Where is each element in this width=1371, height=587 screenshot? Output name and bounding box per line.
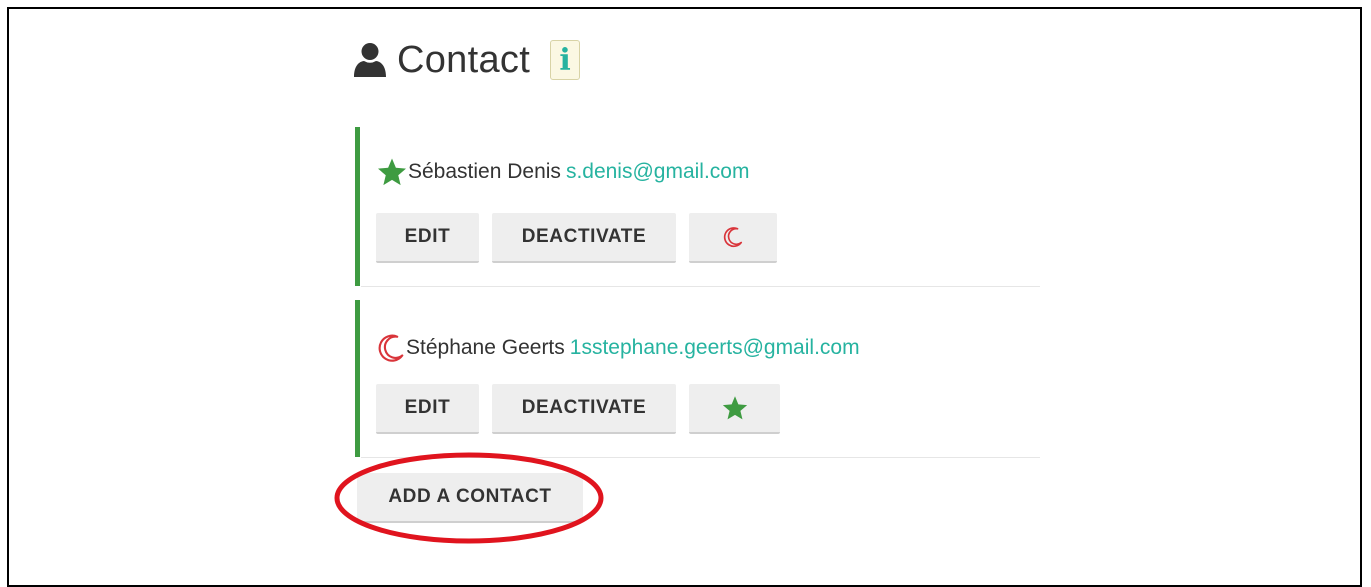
- contact-card: Stéphane Geerts 1sstephane.geerts@gmail.…: [355, 300, 1040, 457]
- deactivate-button[interactable]: DEACTIVATE: [492, 384, 676, 434]
- page-header: Contact i: [353, 38, 581, 82]
- contact-line: Sébastien Denis s.denis@gmail.com: [378, 157, 749, 187]
- divider: [361, 286, 1040, 287]
- contact-actions: EDIT DEACTIVATE: [376, 213, 790, 263]
- user-icon: [354, 43, 386, 77]
- favorite-toggle-button[interactable]: [689, 384, 780, 434]
- edit-button[interactable]: EDIT: [376, 384, 479, 434]
- contact-line: Stéphane Geerts 1sstephane.geerts@gmail.…: [378, 333, 860, 363]
- contact-card: Sébastien Denis s.denis@gmail.com EDIT D…: [355, 127, 1040, 286]
- moon-icon: [378, 334, 404, 362]
- moon-icon: [723, 227, 743, 248]
- sleep-toggle-button[interactable]: [689, 213, 777, 263]
- divider: [361, 457, 1040, 458]
- contact-name: Stéphane Geerts: [406, 336, 565, 359]
- contact-email[interactable]: 1sstephane.geerts@gmail.com: [570, 336, 860, 360]
- info-icon[interactable]: i: [550, 40, 581, 80]
- edit-button[interactable]: EDIT: [376, 213, 479, 263]
- page-title: Contact: [397, 38, 531, 81]
- screenshot-frame: [7, 7, 1362, 587]
- star-icon: [378, 158, 406, 186]
- add-contact-button[interactable]: ADD A CONTACT: [357, 473, 583, 523]
- star-icon: [722, 396, 747, 420]
- contact-email[interactable]: s.denis@gmail.com: [566, 160, 750, 184]
- contact-actions: EDIT DEACTIVATE: [376, 384, 793, 434]
- contact-name: Sébastien Denis: [408, 160, 561, 183]
- deactivate-button[interactable]: DEACTIVATE: [492, 213, 676, 263]
